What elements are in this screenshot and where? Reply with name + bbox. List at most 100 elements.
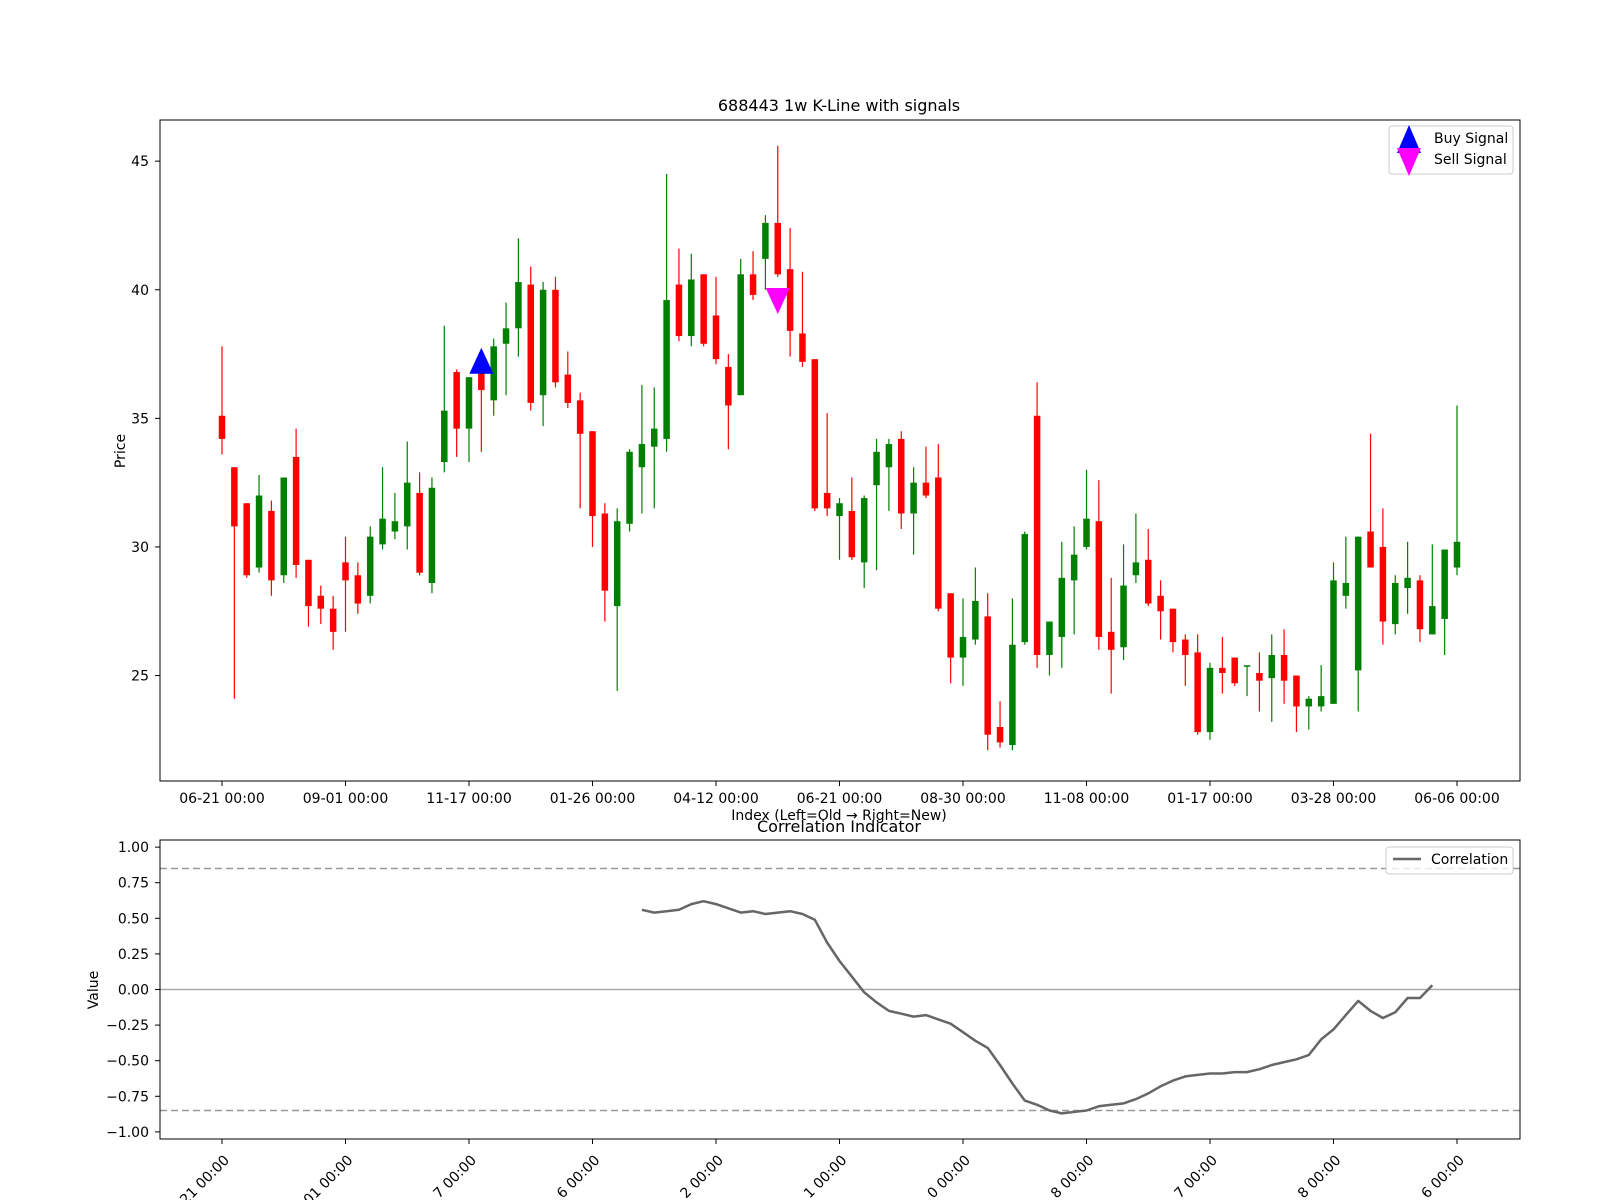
kline-xtick-label: 01-26 00:00 [550,791,635,807]
candle [1021,531,1028,645]
candle-body [1392,582,1399,625]
candle-body [1441,549,1448,619]
candle-body [268,510,275,581]
correlation-ylabel: Value [86,971,102,1009]
candle-body [1095,521,1103,637]
candle-body [453,372,460,429]
candle-body [317,595,325,609]
kline-ytick-label: 45 [131,154,149,170]
candle-body [700,274,707,344]
candle-body [910,482,917,514]
kline-xtick-label: 06-06 00:00 [1414,791,1499,807]
candle [1330,562,1337,704]
candle-body [231,467,238,527]
kline-xtick-label: 11-08 00:00 [1044,791,1129,807]
candle-body [1182,639,1189,655]
candle [811,359,819,511]
kline-xtick-label: 01-17 00:00 [1167,791,1252,807]
candle [626,449,633,532]
candle-body [1194,652,1201,733]
candle-body [1416,580,1424,630]
candle-body [663,300,670,439]
candle [428,477,436,594]
candle-body [885,444,893,468]
sell-signal-legend-label: Sell Signal [1434,152,1507,168]
candle-body [1206,667,1214,733]
kline-xtick-label: 03-28 00:00 [1291,791,1376,807]
candle [1033,382,1041,668]
candle-body [626,451,633,524]
candle [243,503,250,578]
candle-body [539,289,547,396]
candle-body [1404,577,1411,589]
candle-body [502,328,510,344]
candle-body [1169,608,1177,643]
correlation-legend-label: Correlation [1431,852,1508,868]
candle-body [243,503,250,576]
kline-xtick-label: 04-12 00:00 [673,791,758,807]
candle-body [354,575,362,604]
candle-body [404,482,411,527]
candle-body [391,521,399,532]
candle-body [1033,415,1041,655]
candle-body [441,410,448,463]
kline-xtick-label: 08-30 00:00 [920,791,1005,807]
candle-body [255,495,263,568]
candle-body [675,284,683,337]
correlation-ytick-label: 0.50 [118,911,149,927]
correlation-ytick-label: 0.00 [118,983,149,999]
candle-body [1293,675,1300,707]
candle-body [873,451,880,486]
kline-xtick-label: 06-21 00:00 [797,791,882,807]
candle-body [564,374,572,403]
candle-body [1243,665,1251,667]
candle-body [1145,559,1152,604]
candle-body [1009,644,1016,745]
candle-body [1219,667,1226,673]
chart-figure: 688443 1w K-Line with signals 25 30 35 40 45… [0,0,1600,1200]
candle-body [786,269,794,331]
candle-body [725,366,732,406]
candle-body [1157,595,1164,612]
candle-body [1070,554,1078,581]
candle [552,276,559,388]
candle [700,274,707,347]
correlation-ytick-label: 1.00 [118,840,149,856]
candle-body [515,282,522,329]
candle-body [688,279,695,337]
candle-body [774,222,781,275]
candle-body [947,593,954,658]
candle-body [1021,534,1028,643]
candle-body [1330,580,1337,704]
kline-title: 688443 1w K-Line with signals [718,96,960,115]
correlation-ytick-label: −0.75 [106,1089,149,1105]
candle-body [576,400,584,434]
candle-body [416,492,423,573]
candle-body [1429,606,1436,635]
candle-body [972,600,979,640]
candle [1231,657,1238,686]
candle-body [527,284,534,403]
candle [737,258,744,396]
buy-signal-legend-label: Buy Signal [1434,131,1508,147]
candle-body [465,377,473,429]
candle-body [638,444,646,468]
candle-body [922,482,930,496]
candle-body [712,315,720,360]
candle [366,526,374,604]
candle-body [1367,531,1374,568]
kline-xtick-label: 06-21 00:00 [179,791,264,807]
candle-body [589,431,596,517]
candle-body [984,616,991,735]
candle-body [342,562,349,581]
correlation-title: Correlation Indicator [757,817,921,836]
kline-xtick-label: 11-17 00:00 [426,791,511,807]
candle-body [848,510,856,558]
candle-body [1120,585,1127,648]
candle-body [292,456,300,565]
candle-body [366,536,374,596]
candle [984,593,991,751]
candle [1206,662,1214,740]
candle-body [280,477,287,576]
candle-body [811,359,819,509]
